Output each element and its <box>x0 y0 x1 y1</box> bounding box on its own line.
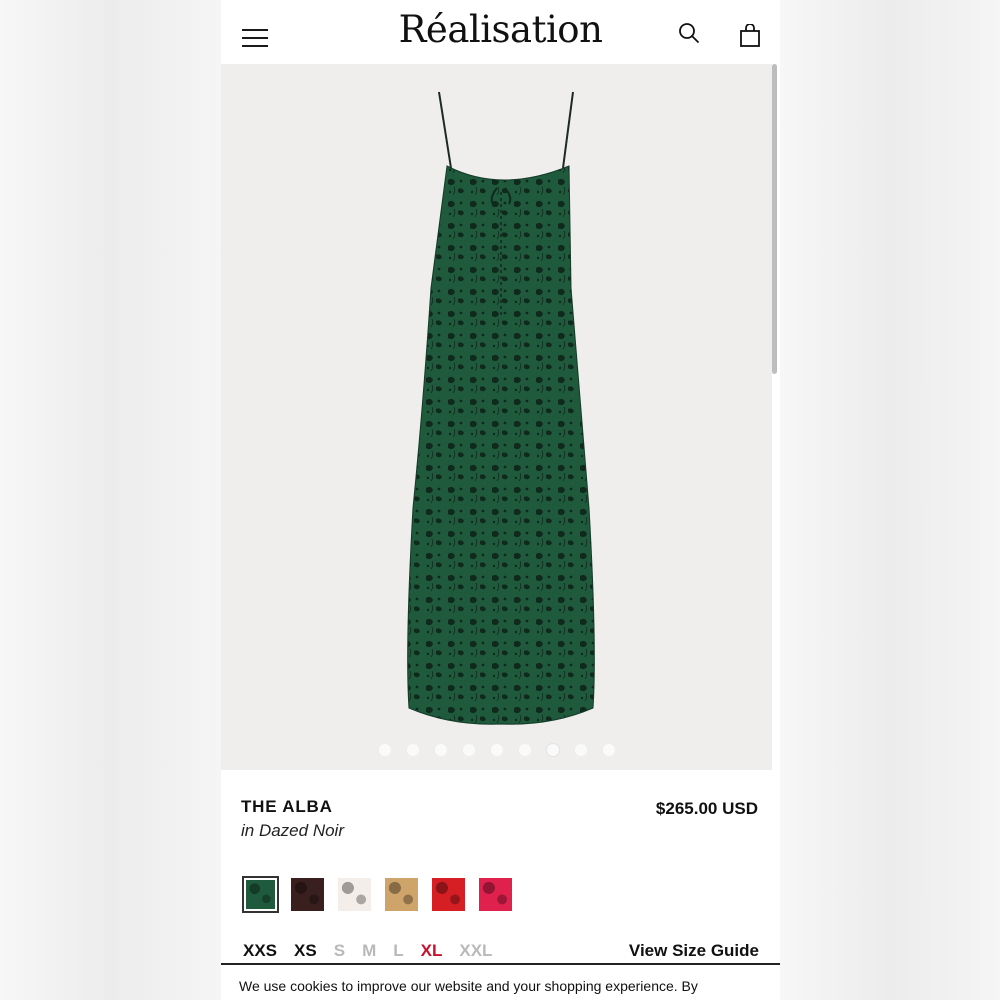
mobile-page: Réalisation THE ALBA in Dazed Noir $265.… <box>221 0 780 1000</box>
carousel-dot[interactable] <box>518 744 531 756</box>
carousel-dot[interactable] <box>378 744 391 756</box>
color-swatch[interactable] <box>289 876 326 913</box>
cookie-banner-text: We use cookies to improve our website an… <box>239 978 698 994</box>
size-option[interactable]: XS <box>294 941 317 961</box>
carousel-dot[interactable] <box>406 744 419 756</box>
carousel-dot[interactable] <box>602 744 615 756</box>
carousel-dot[interactable] <box>434 744 447 756</box>
size-option[interactable]: XXS <box>243 941 277 961</box>
site-header: Réalisation <box>221 0 780 64</box>
color-swatch[interactable] <box>430 876 467 913</box>
cookie-banner: We use cookies to improve our website an… <box>221 963 780 1000</box>
size-option[interactable]: XL <box>421 941 443 961</box>
color-swatch[interactable] <box>336 876 373 913</box>
size-option[interactable]: XXL <box>459 941 492 961</box>
view-size-guide-link[interactable]: View Size Guide <box>629 941 759 961</box>
color-swatch[interactable] <box>383 876 420 913</box>
product-name: THE ALBA <box>241 797 333 816</box>
shopping-bag-icon[interactable] <box>739 24 761 48</box>
search-icon[interactable] <box>678 22 700 44</box>
backdrop-right <box>780 0 1000 1000</box>
color-swatch[interactable] <box>477 876 514 913</box>
product-variant: in Dazed Noir <box>241 821 344 840</box>
size-option[interactable]: L <box>393 941 403 961</box>
carousel-dot[interactable] <box>462 744 475 756</box>
carousel-dot[interactable] <box>490 744 503 756</box>
size-option[interactable]: M <box>362 941 376 961</box>
product-price: $265.00 USD <box>655 799 758 818</box>
size-selector: XXS XS S M L XL XXL <box>243 941 509 961</box>
carousel-dot[interactable] <box>574 744 587 756</box>
carousel-dots <box>221 744 772 756</box>
product-image-carousel[interactable] <box>221 64 772 770</box>
scrollbar[interactable] <box>772 64 777 374</box>
backdrop-left <box>0 0 221 1000</box>
carousel-dot[interactable] <box>546 744 559 756</box>
color-swatch[interactable] <box>242 876 279 913</box>
color-swatches <box>242 876 514 913</box>
product-image <box>407 91 595 725</box>
size-option[interactable]: S <box>334 941 345 961</box>
